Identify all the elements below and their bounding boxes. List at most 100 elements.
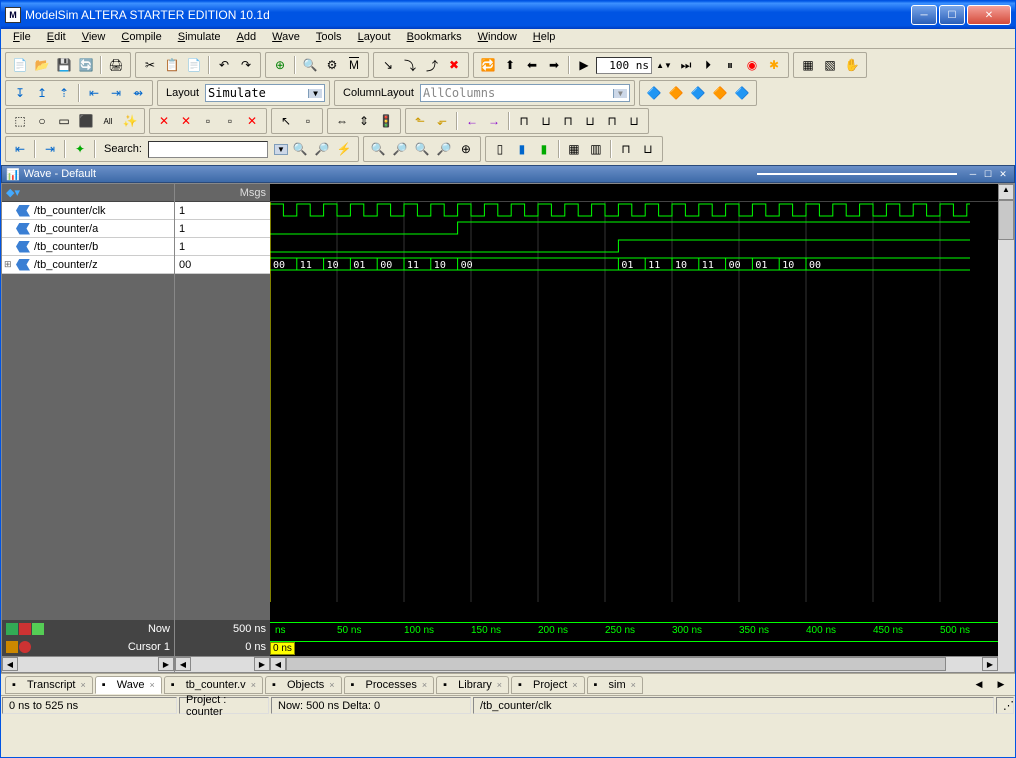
sel3-button[interactable]: ▭ (54, 111, 74, 131)
search-input[interactable] (148, 141, 268, 158)
menu-layout[interactable]: Layout (350, 29, 399, 48)
copy-button[interactable]: 📋 (162, 55, 182, 75)
compile-all-button[interactable]: M (344, 55, 364, 75)
layout1-button[interactable]: ▦ (798, 55, 818, 75)
new-button[interactable]: 📄 (10, 55, 30, 75)
tab-close-icon[interactable]: × (81, 680, 86, 690)
search-opt-button[interactable]: ⚡ (334, 139, 354, 159)
menu-view[interactable]: View (74, 29, 114, 48)
win4-button[interactable]: 🔶 (710, 83, 730, 103)
w4-button[interactable]: ⊔ (580, 111, 600, 131)
tab-library[interactable]: ▪Library× (436, 676, 509, 694)
view3-button[interactable]: ▮ (534, 139, 554, 159)
wave-hscroll-right[interactable]: ▶ (982, 657, 998, 671)
paste-button[interactable]: 📄 (184, 55, 204, 75)
w3-button[interactable]: ⊓ (558, 111, 578, 131)
edge-last-button[interactable]: ⇴ (128, 83, 148, 103)
w5-button[interactable]: ⊓ (602, 111, 622, 131)
redo-button[interactable]: ↷ (236, 55, 256, 75)
bm-add-button[interactable]: ✦ (70, 139, 90, 159)
sel2-button[interactable]: ○ (32, 111, 52, 131)
light-button[interactable]: 🚦 (376, 111, 396, 131)
tabs-scroll-right[interactable]: ▶ (991, 675, 1011, 695)
open-button[interactable]: 📂 (32, 55, 52, 75)
del1-button[interactable]: ✕ (154, 111, 174, 131)
next-trans-button[interactable]: → (484, 111, 504, 131)
restart-button[interactable]: 🔁 (478, 55, 498, 75)
wave-pane[interactable]: 00111001001110000111101100011000 ns50 ns… (270, 184, 998, 672)
cursor-left-button[interactable]: ↧ (10, 83, 30, 103)
zoom-in-button[interactable]: 🔍 (368, 139, 388, 159)
wave-vscroll[interactable]: ▲ (998, 184, 1014, 672)
tab-objects[interactable]: ▪Objects× (265, 676, 342, 694)
sel1-button[interactable]: ⬚ (10, 111, 30, 131)
break-button[interactable]: ⏸ (720, 55, 740, 75)
msg-hscroll[interactable]: ◀ ▶ (175, 656, 270, 672)
del3-button[interactable]: ▫ (198, 111, 218, 131)
tab-close-icon[interactable]: × (251, 680, 256, 690)
signal-row[interactable]: ⊞/tb_counter/z (2, 256, 174, 274)
tab-tbcounterv[interactable]: ▪tb_counter.v× (164, 676, 263, 694)
run-fwd-button[interactable]: ➡ (544, 55, 564, 75)
sig-hscroll[interactable]: ◀ ▶ (2, 656, 174, 672)
layout-combo[interactable]: Simulate ▼ (205, 84, 325, 102)
step-over-button[interactable]: ⤵ (400, 55, 420, 75)
menu-simulate[interactable]: Simulate (170, 29, 229, 48)
win3-button[interactable]: 🔷 (688, 83, 708, 103)
zoom-cursor-button[interactable]: ⊕ (456, 139, 476, 159)
stop-button[interactable]: ✖ (444, 55, 464, 75)
tab-close-icon[interactable]: × (497, 680, 502, 690)
zoom-out-button[interactable]: 🔎 (390, 139, 410, 159)
win5-button[interactable]: 🔷 (732, 83, 752, 103)
tab-close-icon[interactable]: × (572, 680, 577, 690)
compile-button[interactable]: ⚙ (322, 55, 342, 75)
collapse-button[interactable]: ⇕ (354, 111, 374, 131)
falling-button[interactable]: ⬐ (432, 111, 452, 131)
prev-trans-button[interactable]: ← (462, 111, 482, 131)
tab-close-icon[interactable]: × (422, 680, 427, 690)
edge-next-button[interactable]: ⇥ (106, 83, 126, 103)
win2-button[interactable]: 🔶 (666, 83, 686, 103)
signal-options-icon[interactable]: ◆▾ (6, 186, 20, 199)
undo-button[interactable]: ↶ (214, 55, 234, 75)
zoom-fit-button[interactable]: 🔎 (434, 139, 454, 159)
pointer-button[interactable]: ↖ (276, 111, 296, 131)
layout2-button[interactable]: ▧ (820, 55, 840, 75)
cursor-right-button[interactable]: ↥ (32, 83, 52, 103)
add-button[interactable]: ⊕ (270, 55, 290, 75)
view5-button[interactable]: ▥ (586, 139, 606, 159)
run-time-input[interactable] (596, 57, 652, 74)
time-ruler[interactable]: ns50 ns100 ns150 ns200 ns250 ns300 ns350… (270, 622, 998, 642)
cut-button[interactable]: ✂ (140, 55, 160, 75)
menu-wave[interactable]: Wave (264, 29, 308, 48)
msg-hscroll-left[interactable]: ◀ (175, 657, 191, 671)
zoom-full-button[interactable]: 🔍 (412, 139, 432, 159)
edge-prev-button[interactable]: ⇤ (84, 83, 104, 103)
view7-button[interactable]: ⊔ (638, 139, 658, 159)
run-button[interactable]: ▶ (574, 55, 594, 75)
tab-sim[interactable]: ▪sim× (587, 676, 643, 694)
wave-canvas[interactable]: 00111001001110000111101100011000 (270, 202, 970, 602)
tab-close-icon[interactable]: × (149, 680, 154, 690)
signal-row[interactable]: /tb_counter/a (2, 220, 174, 238)
tabs-scroll-left[interactable]: ◀ (969, 675, 989, 695)
stop-sim-button[interactable]: ◉ (742, 55, 762, 75)
step-out-button[interactable]: ⤴ (422, 55, 442, 75)
menu-window[interactable]: Window (470, 29, 525, 48)
menu-add[interactable]: Add (229, 29, 265, 48)
run-back-button[interactable]: ⬅ (522, 55, 542, 75)
sig-hscroll-left[interactable]: ◀ (2, 657, 18, 671)
run-up-button[interactable]: ⬆ (500, 55, 520, 75)
menu-help[interactable]: Help (525, 29, 564, 48)
view1-button[interactable]: ▯ (490, 139, 510, 159)
wave-minimize-button[interactable]: ─ (966, 167, 980, 181)
rising-button[interactable]: ⬑ (410, 111, 430, 131)
sig-hscroll-right[interactable]: ▶ (158, 657, 174, 671)
save-button[interactable]: 💾 (54, 55, 74, 75)
cursor-top-button[interactable]: ⇡ (54, 83, 74, 103)
run-cont-button[interactable]: ⏵ (698, 55, 718, 75)
expand-button[interactable]: ⇔ (332, 111, 352, 131)
wave-hscroll-left[interactable]: ◀ (270, 657, 286, 671)
bm-left-button[interactable]: ⇤ (10, 139, 30, 159)
w2-button[interactable]: ⊔ (536, 111, 556, 131)
